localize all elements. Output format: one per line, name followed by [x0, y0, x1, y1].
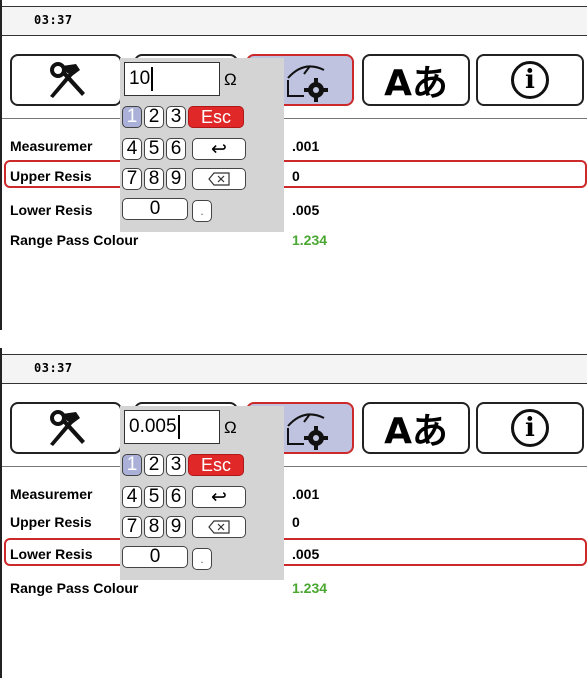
settings-row-measurement[interactable]: Measuremer .001 [6, 480, 586, 508]
unit-label: Ω [224, 418, 237, 437]
hammer-wrench-icon [50, 410, 85, 446]
text-caret [151, 67, 154, 91]
settings-row-lower-resistance[interactable]: Lower Resis .005 [4, 538, 587, 566]
clock: 03:37 [34, 361, 73, 375]
backspace-icon [208, 172, 230, 186]
info-icon: i [511, 409, 549, 447]
tab-bar: Aあ i [2, 50, 587, 112]
row-label: Lower Resis [10, 202, 93, 218]
settings-row-range-pass-colour[interactable]: Range Pass Colour 1.234 [6, 226, 586, 254]
divider [2, 466, 587, 467]
key-esc[interactable]: Esc [188, 106, 244, 128]
key-8[interactable]: 8 [144, 516, 164, 538]
unit-label: Ω [224, 70, 237, 89]
key-4[interactable]: 4 [122, 138, 142, 160]
numeric-keypad: 0.005 Ω 1 2 3 Esc 4 5 6 ↩ 7 8 9 0 . [120, 406, 284, 580]
key-2[interactable]: 2 [144, 454, 164, 476]
row-value: 1.234 [292, 580, 328, 596]
row-label: Measuremer [10, 486, 93, 502]
device-screen-1: 03:37 Aあ i Measuremer .001 Upper Resis 0… [0, 0, 587, 330]
language-icon: Aあ [384, 411, 448, 452]
key-3[interactable]: 3 [166, 106, 186, 128]
tab-language[interactable]: Aあ [362, 54, 470, 106]
key-5[interactable]: 5 [144, 138, 164, 160]
row-value: .005 [292, 546, 320, 562]
key-8[interactable]: 8 [144, 168, 164, 190]
row-label: Upper Resis [10, 168, 92, 184]
row-value: 1.234 [292, 232, 328, 248]
key-5[interactable]: 5 [144, 486, 164, 508]
row-value: .005 [292, 202, 320, 218]
key-7[interactable]: 7 [122, 516, 142, 538]
key-1[interactable]: 1 [122, 106, 142, 128]
key-6[interactable]: 6 [166, 486, 186, 508]
clock: 03:37 [34, 13, 73, 27]
key-decimal[interactable]: . [192, 200, 212, 222]
row-label: Lower Resis [10, 546, 93, 562]
tab-info[interactable]: i [476, 54, 584, 106]
numeric-keypad: 10 Ω 1 2 3 Esc 4 5 6 ↩ 7 8 9 0 . [120, 58, 284, 232]
key-7[interactable]: 7 [122, 168, 142, 190]
backspace-icon [208, 520, 230, 534]
text-caret [177, 415, 180, 439]
key-9[interactable]: 9 [166, 516, 186, 538]
hammer-wrench-icon [50, 62, 85, 98]
settings-row-lower-resistance[interactable]: Lower Resis .005 [6, 196, 586, 224]
info-icon: i [511, 61, 549, 99]
row-label: Measuremer [10, 138, 93, 154]
row-value: .001 [292, 138, 320, 154]
tab-tools[interactable] [10, 402, 122, 454]
divider [2, 118, 587, 119]
settings-row-upper-resistance[interactable]: Upper Resis 0 [4, 160, 587, 188]
row-value: 0 [292, 168, 300, 184]
key-backspace[interactable] [192, 516, 246, 538]
status-bar: 03:37 [2, 354, 587, 384]
keypad-input-value: 0.005 [129, 416, 177, 437]
key-4[interactable]: 4 [122, 486, 142, 508]
settings-row-measurement[interactable]: Measuremer .001 [6, 132, 586, 160]
settings-row-upper-resistance[interactable]: Upper Resis 0 [6, 508, 586, 536]
tab-language[interactable]: Aあ [362, 402, 470, 454]
status-bar: 03:37 [2, 6, 587, 36]
key-enter[interactable]: ↩ [192, 486, 246, 508]
device-screen-2: 03:37 Aあ i Measuremer .001 Upper Resis 0… [0, 348, 587, 678]
settings-row-range-pass-colour[interactable]: Range Pass Colour 1.234 [6, 574, 586, 602]
language-icon: Aあ [384, 63, 448, 104]
tab-tools[interactable] [10, 54, 122, 106]
keypad-input-value: 10 [129, 68, 151, 89]
key-2[interactable]: 2 [144, 106, 164, 128]
row-label: Range Pass Colour [10, 580, 139, 596]
key-backspace[interactable] [192, 168, 246, 190]
gauge-gear-icon [287, 413, 328, 450]
key-1[interactable]: 1 [122, 454, 142, 476]
row-value: 0 [292, 514, 300, 530]
key-esc[interactable]: Esc [188, 454, 244, 476]
gauge-gear-icon [287, 65, 328, 102]
row-label: Range Pass Colour [10, 232, 139, 248]
key-0[interactable]: 0 [122, 198, 188, 220]
keypad-input-field[interactable]: 0.005 [124, 410, 220, 444]
key-0[interactable]: 0 [122, 546, 188, 568]
row-label: Upper Resis [10, 514, 92, 530]
tab-bar: Aあ i [2, 398, 587, 460]
key-9[interactable]: 9 [166, 168, 186, 190]
key-decimal[interactable]: . [192, 548, 212, 570]
key-6[interactable]: 6 [166, 138, 186, 160]
tab-info[interactable]: i [476, 402, 584, 454]
key-3[interactable]: 3 [166, 454, 186, 476]
keypad-input-field[interactable]: 10 [124, 62, 220, 96]
row-value: .001 [292, 486, 320, 502]
key-enter[interactable]: ↩ [192, 138, 246, 160]
